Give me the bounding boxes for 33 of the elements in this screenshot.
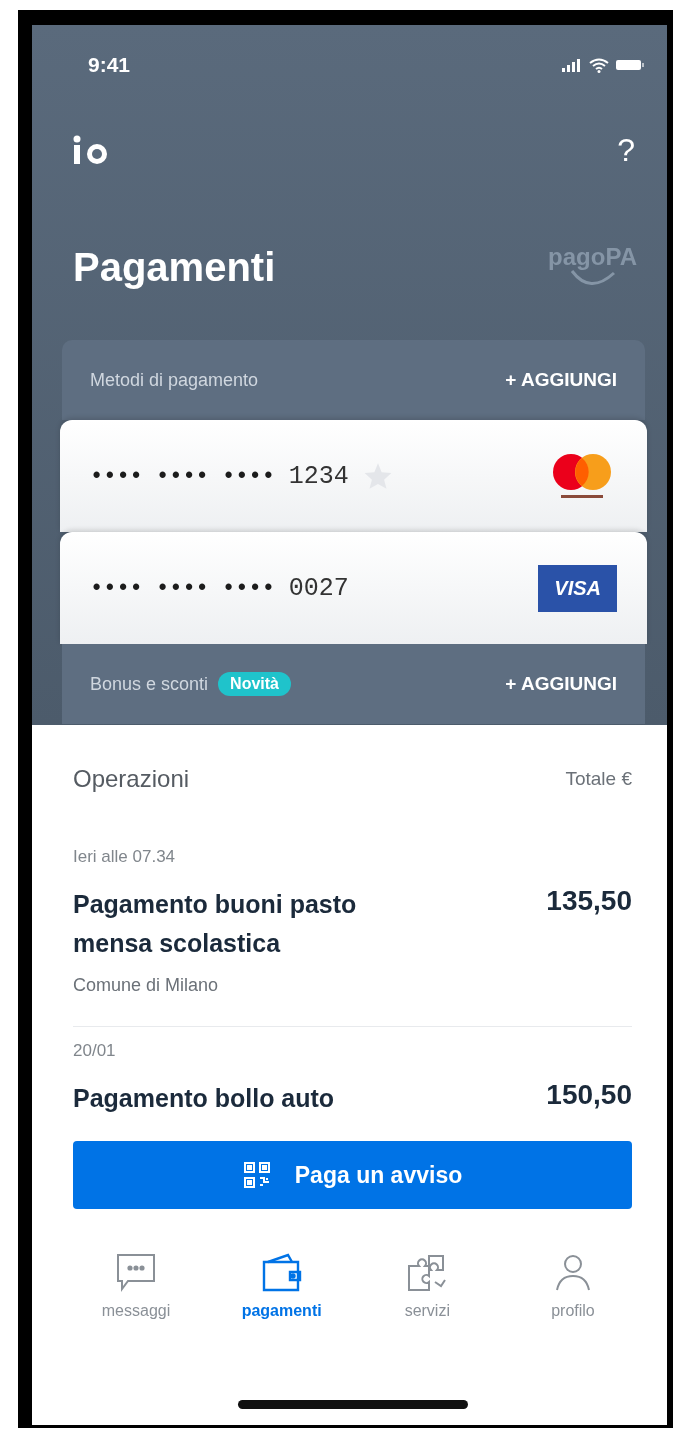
transaction-title[interactable]: Pagamento bollo auto bbox=[73, 1078, 335, 1118]
transaction-amount: 150,50 bbox=[546, 1078, 632, 1112]
tab-bar-item[interactable]: messaggi bbox=[81, 1251, 191, 1322]
card-number: 0027 bbox=[288, 573, 349, 603]
payment-card[interactable]: •••• •••• •••• 1234 bbox=[60, 420, 647, 532]
card-mask: •••• •••• •••• bbox=[90, 463, 275, 489]
wifi-icon bbox=[589, 57, 609, 73]
pay-notice-button[interactable]: Paga un avviso bbox=[73, 1141, 632, 1210]
add-link[interactable]: + AGGIUNGI bbox=[505, 369, 617, 391]
tab-bar-item[interactable]: pagamenti bbox=[226, 1251, 337, 1322]
new-badge: Novità bbox=[218, 672, 291, 696]
section-title: Metodi di pagamento bbox=[90, 369, 259, 391]
column-label: Totale € bbox=[565, 768, 632, 790]
section-title: Operazioni bbox=[73, 765, 190, 793]
add-link[interactable]: + AGGIUNGI bbox=[505, 673, 617, 695]
section-title: Bonus e sconti bbox=[90, 673, 209, 695]
payment-card[interactable]: •••• •••• •••• 0027 VISA bbox=[60, 532, 647, 644]
transaction-date: Ieri alle 07.34 bbox=[73, 847, 177, 867]
transaction-title[interactable]: Pagamento buoni pasto mensa scolastica bbox=[73, 885, 413, 963]
transaction-payee: Comune di Milano bbox=[73, 974, 220, 996]
transaction-amount: 135,50 bbox=[546, 885, 632, 918]
tab-bar-item[interactable]: servizi bbox=[372, 1251, 483, 1322]
qr-code-icon bbox=[242, 1161, 271, 1190]
card-number: 1234 bbox=[288, 461, 349, 491]
page-title: Pagamenti bbox=[73, 245, 276, 290]
tab-bar-item[interactable]: profilo bbox=[517, 1251, 628, 1322]
help-button[interactable]: ? bbox=[611, 131, 641, 169]
card-mask: •••• •••• •••• bbox=[90, 575, 275, 601]
transaction-date: 20/01 bbox=[73, 1040, 117, 1061]
status-time: 9:41 bbox=[88, 53, 131, 77]
card-brand-logo: VISA bbox=[538, 564, 617, 612]
battery-icon bbox=[615, 58, 645, 72]
signal-icon bbox=[561, 58, 583, 72]
